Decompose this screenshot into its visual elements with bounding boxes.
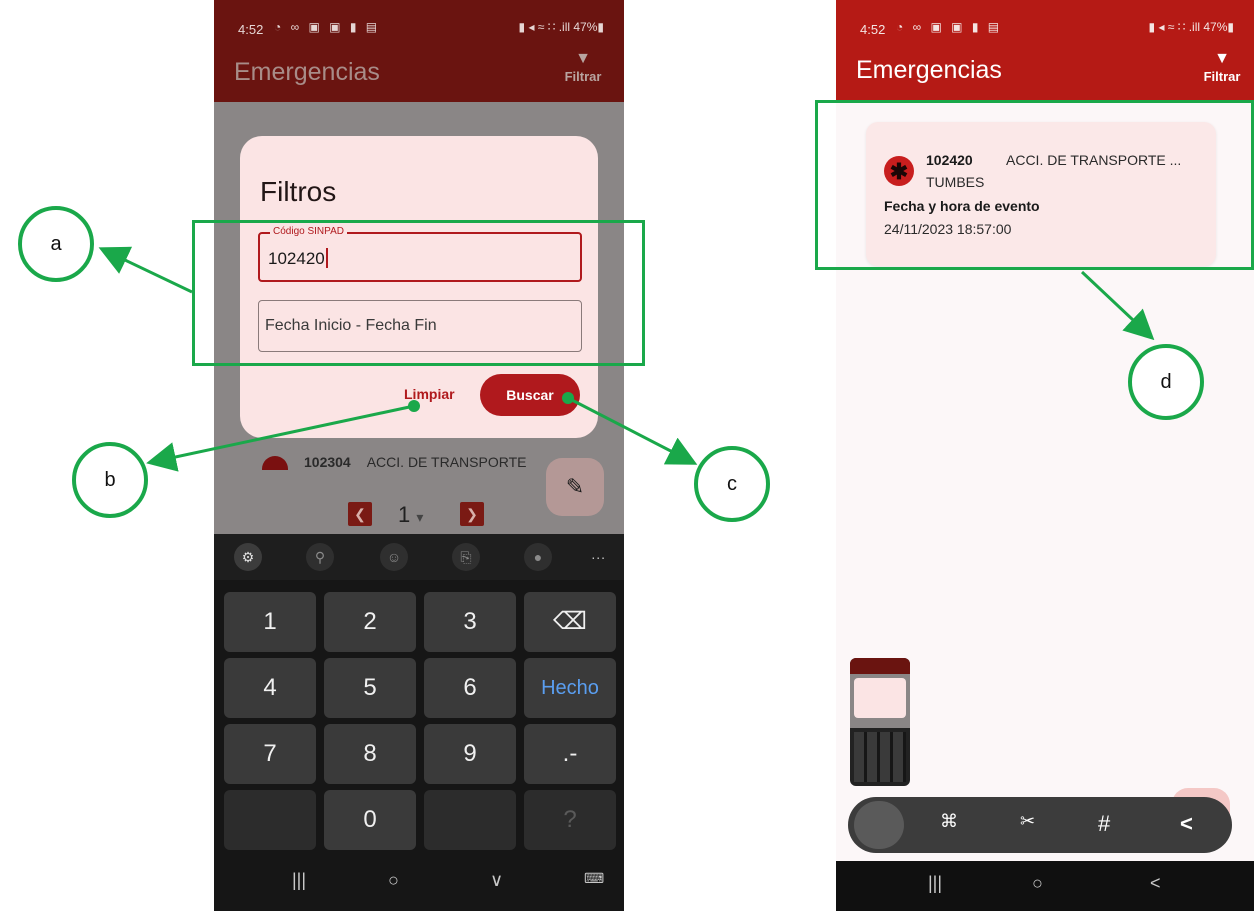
clipboard-icon[interactable]: ⎘ — [452, 543, 480, 571]
recents-button[interactable]: ||| — [292, 870, 306, 891]
key-question[interactable]: ? — [524, 790, 616, 850]
status-bar: 4:52 ◔ ∞ ▣ ▣ ▮ ▤ ▮ ◂ ≈ ∷ .ill 47%▮ — [836, 0, 1254, 46]
app-bar: Emergencias ▼ Filtrar — [214, 46, 624, 102]
thumb-dialog — [854, 678, 906, 718]
search-icon[interactable]: ⚲ — [306, 543, 334, 571]
status-notification-icons: ◔ ∞ ▣ ▣ ▮ ▤ — [274, 20, 381, 34]
filter-label: Filtrar — [564, 69, 602, 84]
key-5[interactable]: 5 — [324, 658, 416, 718]
filter-button[interactable]: ▼ Filtrar — [558, 50, 608, 86]
recents-button[interactable]: ||| — [928, 873, 942, 894]
key-7[interactable]: 7 — [224, 724, 316, 784]
pencil-icon: ✎ — [565, 474, 585, 499]
key-9[interactable]: 9 — [424, 724, 516, 784]
clear-button[interactable]: Limpiar — [404, 386, 455, 402]
more-options-icon[interactable]: ... — [591, 546, 606, 562]
key-3[interactable]: 3 — [424, 592, 516, 652]
thumb-keyboard — [854, 732, 906, 782]
screenshot-preview-thumbnail[interactable] — [850, 658, 910, 786]
key-4[interactable]: 4 — [224, 658, 316, 718]
status-system-icons: ▮ ◂ ≈ ∷ .ill 47%▮ — [1148, 20, 1234, 34]
toolbar-thumbnail[interactable] — [854, 801, 904, 849]
dialog-title: Filtros — [260, 176, 337, 207]
page-select[interactable]: 1 ▾ — [398, 502, 423, 528]
backspace-key[interactable]: ⌫ — [524, 592, 616, 652]
edit-crop-icon[interactable]: ✂ — [1020, 811, 1035, 832]
annotation-box-d — [815, 100, 1254, 270]
pagination: ❮ 1 ▾ ❯ — [348, 502, 488, 528]
key-blank-2 — [424, 790, 516, 850]
status-notification-icons: ◔ ∞ ▣ ▣ ▮ ▤ — [896, 20, 1003, 34]
key-2[interactable]: 2 — [324, 592, 416, 652]
page-number: 1 — [398, 502, 411, 527]
screenshot-toolbar: ⌘ ✂ # < — [848, 797, 1232, 853]
emergency-icon — [262, 456, 288, 470]
status-time: 4:52 — [860, 22, 886, 37]
hide-keyboard-button[interactable]: ∨ — [490, 870, 503, 891]
annotation-box-a — [192, 220, 645, 366]
peek-code: 102304 — [304, 454, 351, 470]
scan-icon[interactable]: ⌘ — [940, 811, 958, 832]
next-page-button[interactable]: ❯ — [460, 502, 484, 526]
back-button[interactable]: < — [1150, 873, 1161, 894]
filter-label: Filtrar — [1203, 69, 1241, 84]
annotation-label-b: b — [72, 442, 148, 518]
annotation-label-d: d — [1128, 344, 1204, 420]
hashtag-icon[interactable]: # — [1098, 811, 1110, 837]
settings-icon[interactable]: ⚙ — [234, 543, 262, 571]
annotation-label-a: a — [18, 206, 94, 282]
search-button[interactable]: Buscar — [480, 374, 580, 416]
status-bar: 4:52 ◔ ∞ ▣ ▣ ▮ ▤ ▮ ◂ ≈ ∷ .ill 47%▮ — [214, 0, 624, 46]
done-key[interactable]: Hecho — [524, 658, 616, 718]
thumb-appbar — [850, 658, 910, 674]
app-title: Emergencias — [234, 58, 380, 86]
key-8[interactable]: 8 — [324, 724, 416, 784]
numeric-keyboard: 1 2 3 ⌫ 4 5 6 Hecho 7 8 9 .- 0 ? — [214, 580, 624, 856]
edit-fab-button[interactable]: ✎ — [546, 458, 604, 516]
filter-icon: ▼ — [1214, 50, 1230, 67]
prev-page-button[interactable]: ❮ — [348, 502, 372, 526]
stage: 4:52 ◔ ∞ ▣ ▣ ▮ ▤ ▮ ◂ ≈ ∷ .ill 47%▮ Emerg… — [0, 0, 1254, 911]
system-nav-bar: ||| ○ ∨ ⌨ — [214, 856, 624, 911]
filter-icon: ▼ — [575, 50, 591, 67]
peek-type: ACCI. DE TRANSPORTE — [366, 454, 527, 470]
emoji-icon[interactable]: ☺ — [380, 543, 408, 571]
list-item-peek: 102304 ACCI. DE TRANSPORTE — [262, 454, 562, 474]
key-6[interactable]: 6 — [424, 658, 516, 718]
annotation-label-c: c — [694, 446, 770, 522]
arrow-a — [98, 246, 193, 294]
app-title: Emergencias — [856, 56, 1002, 84]
home-button[interactable]: ○ — [1032, 873, 1043, 894]
keyboard-toolbar: ⚙ ⚲ ☺ ⎘ ● ... — [214, 534, 624, 580]
chevron-down-icon: ▾ — [416, 509, 424, 525]
phone-left-screenshot: 4:52 ◔ ∞ ▣ ▣ ▮ ▤ ▮ ◂ ≈ ∷ .ill 47%▮ Emerg… — [214, 0, 624, 911]
key-blank — [224, 790, 316, 850]
home-button[interactable]: ○ — [388, 870, 399, 891]
mic-icon[interactable]: ● — [524, 543, 552, 571]
status-system-icons: ▮ ◂ ≈ ∷ .ill 47%▮ — [518, 20, 604, 34]
key-0[interactable]: 0 — [324, 790, 416, 850]
key-1[interactable]: 1 — [224, 592, 316, 652]
status-time: 4:52 — [238, 22, 264, 37]
filter-button[interactable]: ▼ Filtrar — [1196, 50, 1248, 86]
share-icon[interactable]: < — [1180, 811, 1193, 837]
system-nav-bar: ||| ○ < — [836, 861, 1254, 911]
app-bar: Emergencias ▼ Filtrar — [836, 46, 1254, 100]
key-dot-minus[interactable]: .- — [524, 724, 616, 784]
keyboard-switch-icon[interactable]: ⌨ — [584, 870, 604, 887]
